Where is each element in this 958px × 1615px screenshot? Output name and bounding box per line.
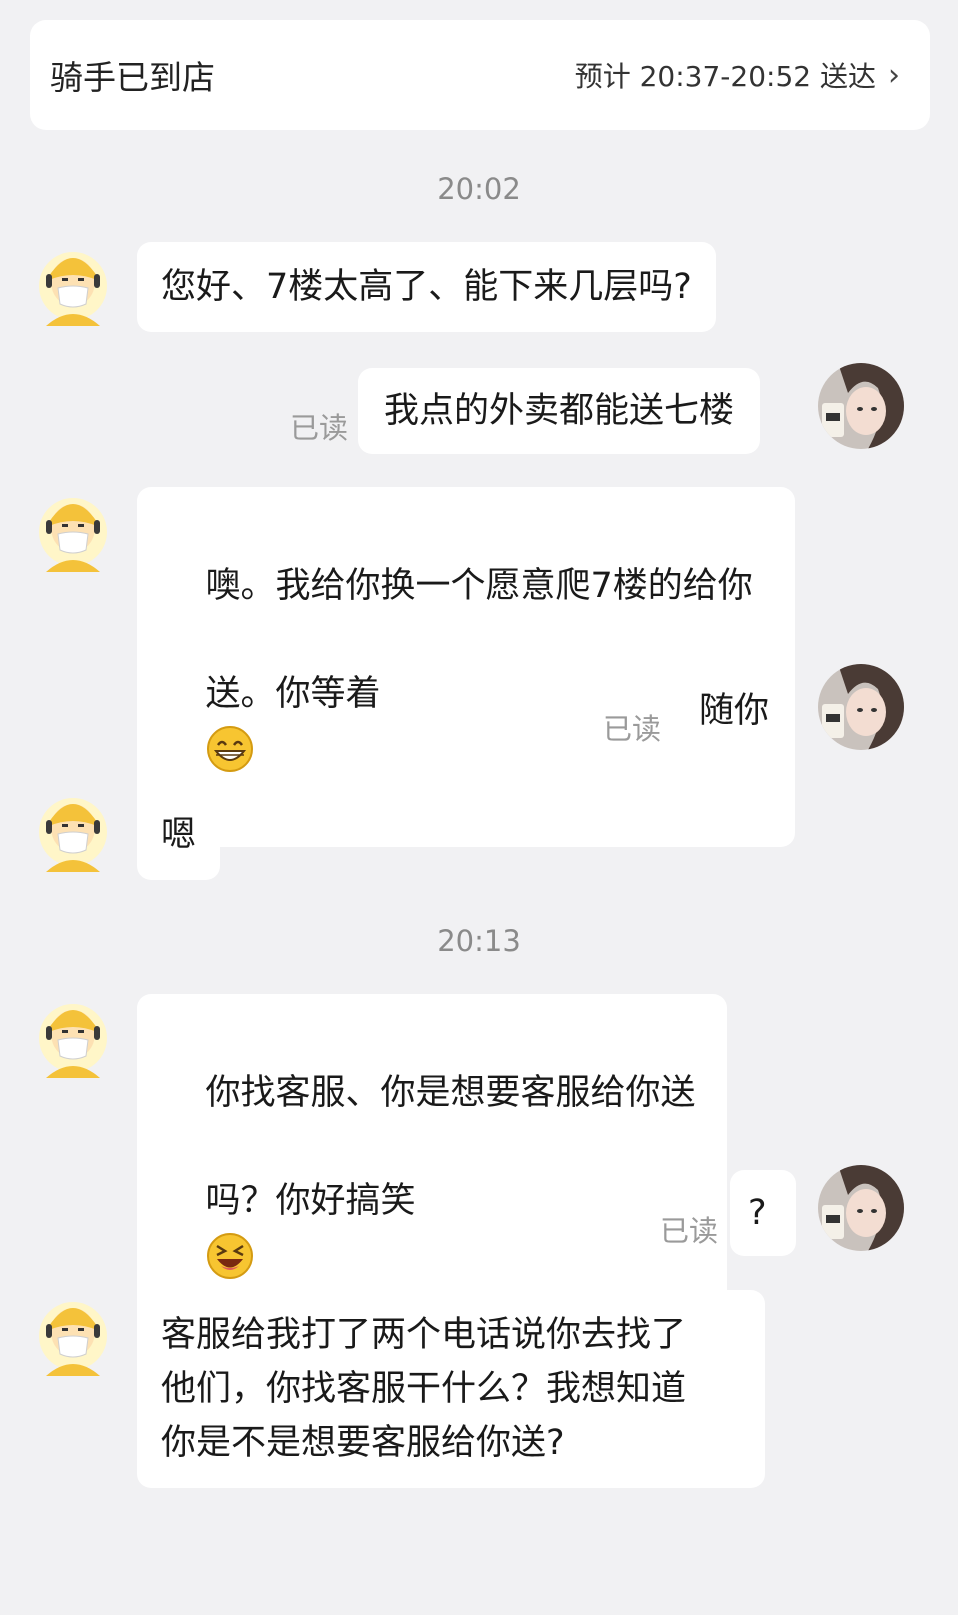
eta-text: 预计 20:37-20:52 送达	[574, 60, 876, 93]
message-line: 噢。我给你换一个愿意爬7楼的给你	[205, 566, 753, 606]
user-avatar-icon	[818, 1165, 904, 1251]
rider-avatar[interactable]	[36, 486, 110, 574]
timestamp: 20:13	[437, 924, 521, 958]
rider-avatar-icon	[39, 1004, 107, 1078]
rider-message-bubble[interactable]: 噢。我给你换一个愿意爬7楼的给你 送。你等着	[137, 487, 795, 847]
user-avatar-icon	[818, 664, 904, 750]
user-avatar-icon	[818, 363, 904, 449]
rider-avatar[interactable]	[36, 240, 110, 328]
message-line: 送。你等着	[205, 674, 381, 714]
user-avatar[interactable]	[818, 1165, 904, 1251]
message-line: 你找客服、你是想要客服给你送	[205, 1073, 696, 1113]
read-receipt: 已读	[290, 411, 349, 445]
rider-message-bubble[interactable]: 嗯	[137, 790, 221, 880]
user-avatar[interactable]	[818, 363, 904, 449]
read-receipt: 已读	[660, 1214, 719, 1248]
user-avatar[interactable]	[818, 664, 904, 750]
message-line: 吗？你好搞笑	[205, 1181, 416, 1221]
chat-screen: 骑手已到店 预计 20:37-20:52 送达 › 20:02 您好、7楼太高了…	[0, 0, 958, 1615]
read-receipt: 已读	[603, 712, 662, 746]
laughing-emoji-icon	[206, 1233, 253, 1279]
rider-avatar-icon	[39, 798, 107, 872]
user-message-bubble[interactable]: ?	[730, 1170, 796, 1256]
user-message-bubble[interactable]: 随你	[673, 668, 796, 754]
order-status-card[interactable]: 骑手已到店 预计 20:37-20:52 送达 ›	[30, 20, 930, 130]
rider-avatar[interactable]	[36, 786, 110, 874]
rider-message-bubble[interactable]: 您好、7楼太高了、能下来几层吗?	[137, 242, 716, 332]
rider-avatar[interactable]	[36, 992, 110, 1080]
grinning-emoji-icon	[206, 726, 253, 772]
order-status-text: 骑手已到店	[50, 58, 215, 97]
timestamp: 20:02	[437, 172, 521, 206]
user-message-bubble[interactable]: 我点的外卖都能送七楼	[358, 368, 761, 454]
rider-avatar-icon	[39, 252, 107, 326]
chevron-right-icon: ›	[888, 57, 900, 93]
rider-avatar[interactable]	[36, 1290, 110, 1378]
rider-avatar-icon	[39, 1302, 107, 1376]
rider-message-bubble[interactable]: 客服给我打了两个电话说你去找了 他们，你找客服干什么？我想知道 你是不是想要客服…	[137, 1290, 765, 1488]
rider-avatar-icon	[39, 498, 107, 572]
eta-link[interactable]: 预计 20:37-20:52 送达 ›	[575, 55, 900, 95]
